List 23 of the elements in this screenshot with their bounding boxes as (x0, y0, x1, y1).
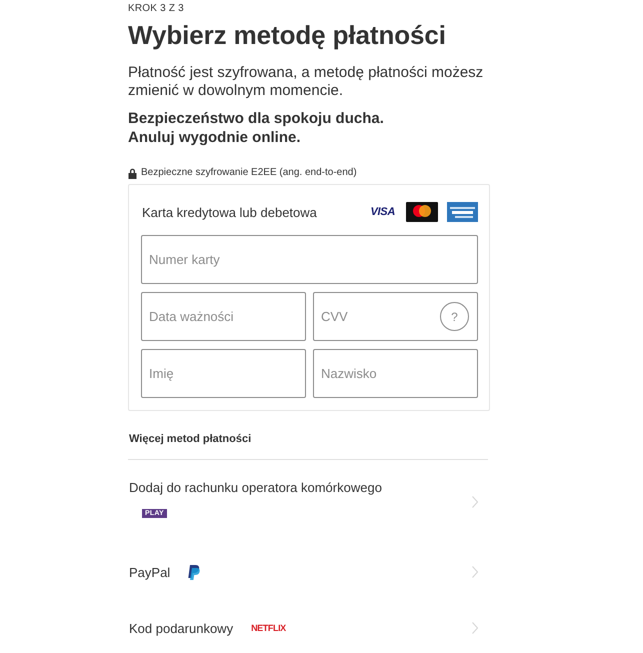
payment-method-item[interactable]: Kod podarunkowy NETFLIX (128, 600, 490, 653)
input-field[interactable]: Numer karty (141, 235, 478, 284)
chevron-right-icon (472, 622, 478, 634)
netflix-logo: NETFLIX (251, 623, 286, 633)
input-field[interactable]: Imię (141, 349, 306, 398)
card-logo-icon (406, 202, 438, 222)
reassurance-text: Bezpieczeństwo dla spokoju ducha. (128, 109, 385, 128)
visa-logo: VISA (370, 206, 395, 218)
reassurance-text: Anuluj wygodnie online. (128, 128, 302, 147)
card-logo-icon (447, 202, 478, 222)
page-title: Wybierz metodę płatności (128, 20, 447, 50)
card-form-title: Karta kredytowa lub debetowa (141, 204, 317, 220)
chevron-right-icon (472, 496, 478, 508)
step-label: KROK 3 Z 3 (128, 3, 185, 15)
chevron-right-icon (472, 566, 478, 578)
intro-text: Płatność jest szyfrowana, a metodę płatności możesz zmienić w dowolnym momencie. (128, 64, 484, 100)
input-field[interactable]: Data ważności (141, 292, 306, 341)
payment-method-item[interactable]: PayPal (128, 544, 490, 600)
input-field[interactable]: Nazwisko (313, 349, 478, 398)
section-heading: Więcej metod płatności (128, 432, 252, 447)
security-note: Bezpieczne szyfrowanie E2EE (ang. end-to-end) (141, 167, 357, 179)
paypal-logo-icon (188, 564, 200, 580)
lock-icon (128, 168, 137, 178)
